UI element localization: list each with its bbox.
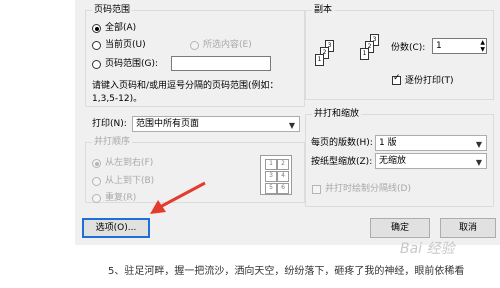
article-text: 5、驻足河畔，握一把流沙，洒向天空，纷纷落下，砸疼了我的神经，眼前依稀看	[108, 266, 465, 277]
watermark-text: Bai 经验	[400, 241, 455, 257]
